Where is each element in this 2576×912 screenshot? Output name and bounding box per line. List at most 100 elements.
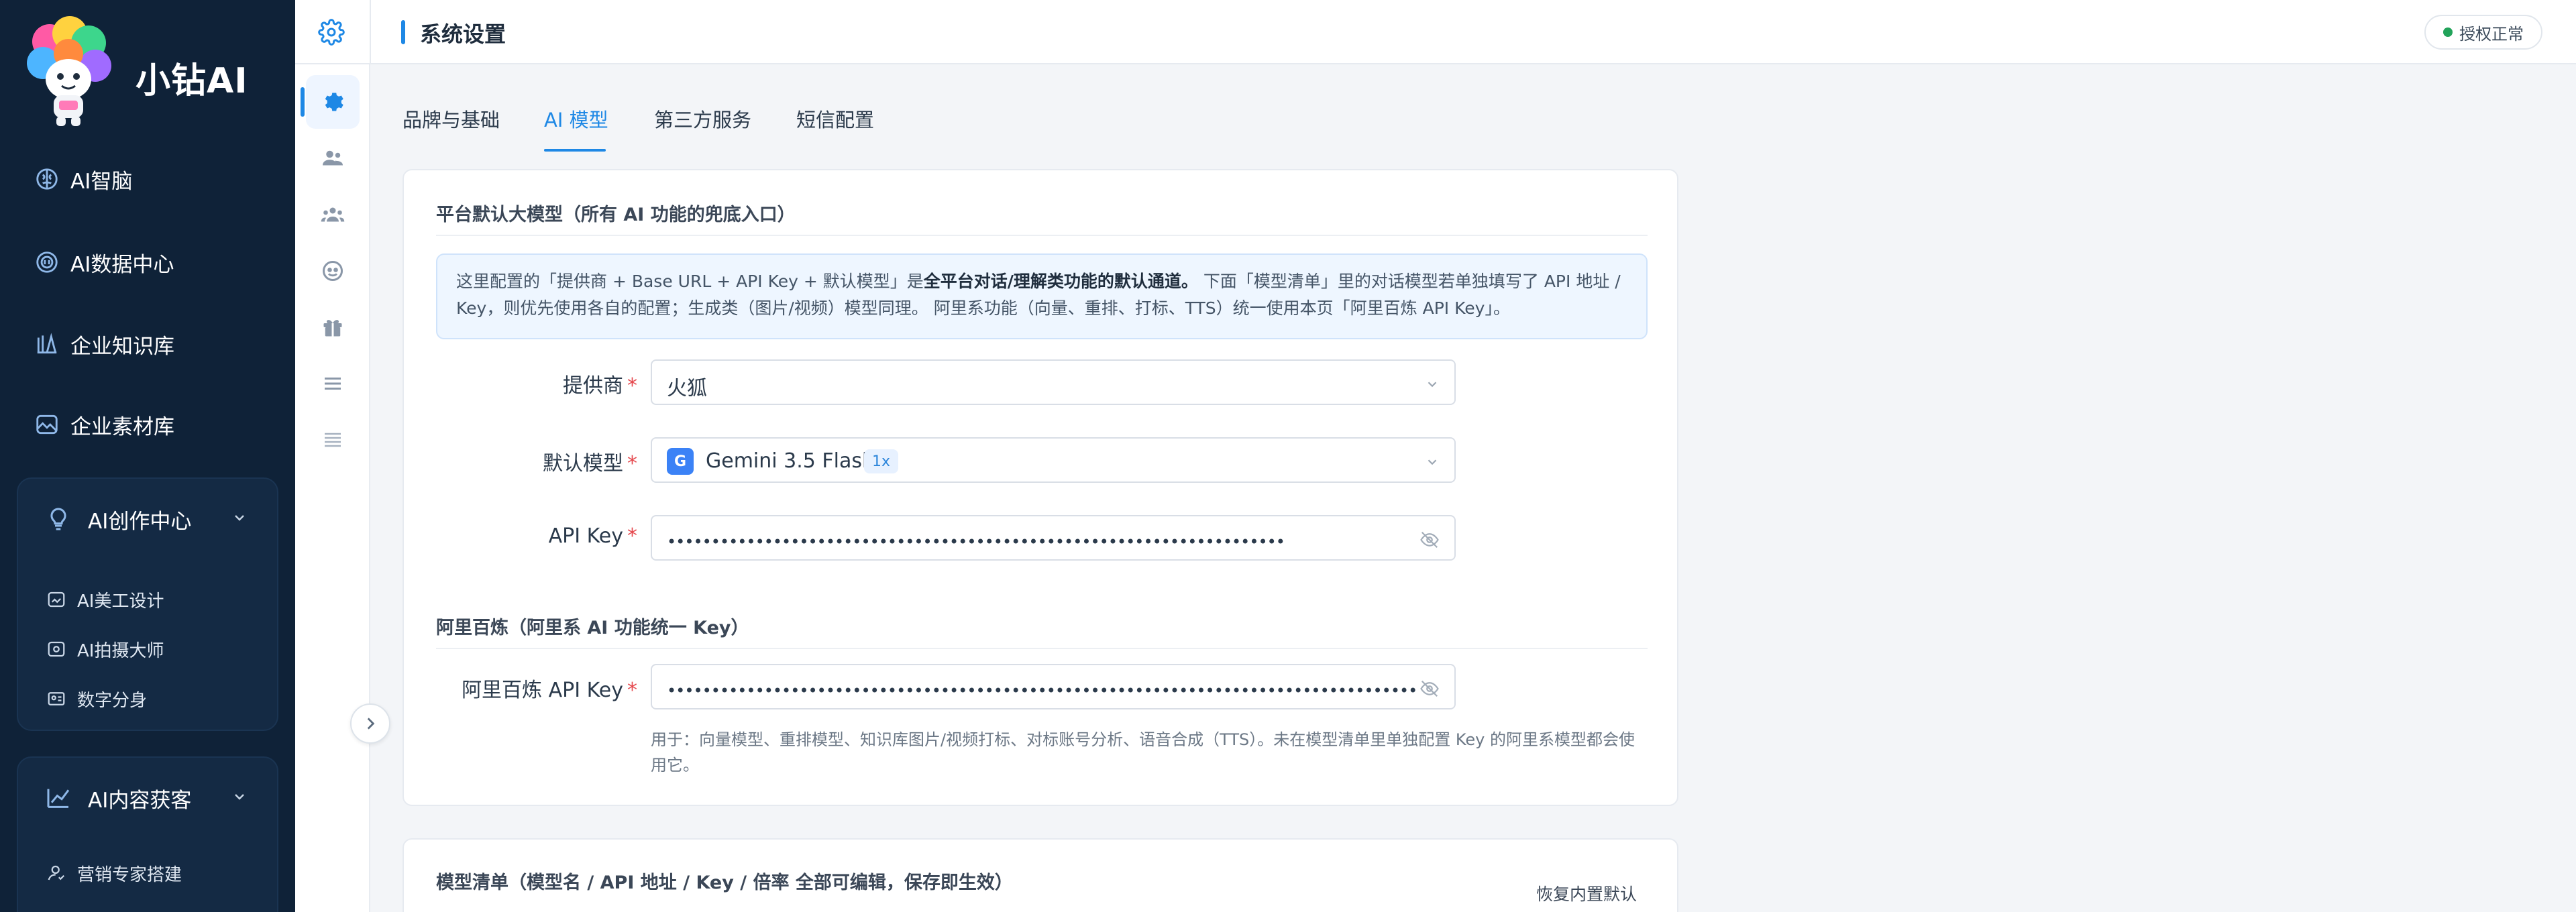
sidebar-group-label: AI创作中心	[88, 510, 192, 534]
ai-model-settings-card: 平台默认大模型（所有 AI 功能的兜底入口） 这里配置的「提供商 + Base …	[402, 169, 1678, 806]
sidebar-group-label: AI内容获客	[88, 789, 192, 813]
model-list-card: 模型清单（模型名 / API 地址 / Key / 倍率 全部可编辑，保存即生效…	[402, 838, 1678, 912]
brain-icon	[34, 166, 60, 192]
section-title: 模型清单（模型名 / API 地址 / Key / 倍率 全部可编辑，保存即生效…	[436, 872, 1013, 893]
camera-icon	[46, 639, 66, 659]
status-text: 授权正常	[2459, 24, 2524, 44]
chevron-down-icon	[1425, 377, 1440, 392]
sidebar-item-knowledge-base[interactable]: 企业知识库	[0, 307, 295, 381]
sidebar-item-label: AI智脑	[70, 169, 133, 194]
user-expert-icon	[46, 863, 66, 883]
sidebar-item-label: 数字分身	[77, 690, 148, 711]
provider-label: 提供商 *	[436, 369, 637, 398]
sidebar-group-header[interactable]: AI创作中心	[18, 479, 280, 559]
gear-icon	[325, 93, 343, 111]
icon-rail	[295, 0, 370, 912]
info-banner: 这里配置的「提供商 + Base URL + API Key + 默认模型」是全…	[436, 253, 1648, 339]
rail-item-users[interactable]	[306, 131, 360, 185]
top-bar: 系统设置	[295, 0, 2576, 64]
label-text: 阿里百炼 API Key	[462, 679, 623, 702]
section-title: 平台默认大模型（所有 AI 功能的兜底入口）	[436, 205, 796, 225]
rail-item-menu[interactable]	[306, 413, 360, 467]
title-accent-bar	[401, 20, 405, 44]
sidebar-expand-button[interactable]	[350, 703, 390, 744]
sidebar-item-ai-brain[interactable]: AI智脑	[0, 142, 295, 216]
chevron-down-icon	[231, 510, 248, 526]
rail-item-gift[interactable]	[306, 300, 360, 354]
tab-sms[interactable]: 短信配置	[796, 105, 874, 133]
id-card-icon	[46, 689, 66, 709]
sidebar-item-marketing-expert[interactable]: 营销专家搭建	[46, 853, 182, 893]
sidebar-item-label: AI拍摄大师	[77, 640, 164, 661]
api-key-label: API Key *	[436, 524, 637, 548]
rail-item-team[interactable]	[306, 188, 360, 241]
sidebar-group-ai-content: AI内容获客 营销专家搭建	[17, 756, 278, 912]
sidebar-item-ai-photo[interactable]: AI拍摄大师	[46, 629, 164, 669]
label-text: 默认模型	[543, 452, 623, 475]
sidebar-item-material-library[interactable]: 企业素材库	[0, 388, 295, 461]
section-title: 阿里百炼（阿里系 AI 功能统一 Key）	[436, 618, 749, 638]
license-status-badge: 授权正常	[2424, 15, 2542, 50]
settings-gear-icon[interactable]	[318, 19, 345, 46]
menu-icon	[325, 433, 341, 447]
status-dot	[2443, 27, 2453, 37]
eye-off-icon[interactable]	[1419, 530, 1440, 550]
api-key-input[interactable]: ••••••••••••••••••••••••••••••••••••••••…	[651, 515, 1456, 561]
sidebar-item-ai-design[interactable]: AI美工设计	[46, 579, 164, 620]
sidebar-item-label: 企业素材库	[70, 414, 174, 439]
default-model-label: 默认模型 *	[436, 447, 637, 476]
bailian-api-key-label: 阿里百炼 API Key *	[436, 673, 637, 703]
tab-ai-model[interactable]: AI 模型	[544, 105, 608, 133]
required-mark: *	[627, 452, 637, 475]
team-icon	[321, 207, 345, 222]
divider	[370, 0, 371, 64]
chevron-down-icon	[231, 789, 248, 805]
label-text: 提供商	[563, 374, 623, 398]
bailian-help-text: 用于：向量模型、重排模型、知识库图片/视频打标、对标账号分析、语音合成（TTS）…	[651, 730, 1635, 775]
active-tab-underline	[544, 149, 606, 152]
label-text: API Key	[548, 524, 623, 548]
required-mark: *	[627, 524, 637, 548]
sidebar-item-label: AI美工设计	[77, 591, 164, 612]
rail-item-list[interactable]	[306, 357, 360, 410]
sidebar-item-ai-data-center[interactable]: AI数据中心	[0, 225, 295, 299]
trend-icon	[45, 785, 72, 811]
chevron-right-icon	[367, 718, 375, 730]
required-mark: *	[627, 374, 637, 398]
info-bold-text: 全平台对话/理解类功能的默认通道。	[923, 272, 1198, 291]
image-library-icon	[34, 411, 60, 438]
chevron-down-icon	[1425, 455, 1440, 469]
mascot-logo-icon	[23, 15, 114, 129]
data-center-icon	[34, 249, 60, 276]
info-text: 这里配置的「提供商 + Base URL + API Key + 默认模型」是	[456, 272, 924, 291]
eye-off-icon[interactable]	[1419, 679, 1440, 699]
sidebar-group-header[interactable]: AI内容获客	[18, 758, 280, 838]
sidebar: 小钻AI AI智脑 AI数据中心 企业知识库 企业素材库 AI创作中心 AI美工…	[0, 0, 295, 912]
provider-select[interactable]: 火狐	[651, 359, 1456, 405]
library-icon	[34, 331, 60, 357]
required-mark: *	[627, 679, 637, 702]
list-icon	[325, 378, 341, 390]
api-key-masked: ••••••••••••••••••••••••••••••••••••••••…	[667, 532, 1285, 551]
sidebar-item-digital-avatar[interactable]: 数字分身	[46, 679, 147, 719]
design-icon	[46, 589, 66, 610]
restore-defaults-button[interactable]: 恢复内置默认	[1536, 881, 1637, 905]
divider	[436, 235, 1648, 236]
provider-value: 火狐	[667, 377, 707, 400]
bot-icon	[323, 261, 343, 281]
api-key-masked: ••••••••••••••••••••••••••••••••••••••••…	[667, 681, 1418, 700]
bailian-api-key-input[interactable]: ••••••••••••••••••••••••••••••••••••••••…	[651, 664, 1456, 709]
tab-third-party[interactable]: 第三方服务	[654, 105, 751, 133]
page-title: 系统设置	[420, 21, 506, 47]
model-value: Gemini 3.5 Flash	[706, 449, 875, 473]
default-model-select[interactable]: G Gemini 3.5 Flash 1x	[651, 437, 1456, 483]
rail-item-bot[interactable]	[306, 244, 360, 298]
tab-brand-basic[interactable]: 品牌与基础	[402, 105, 500, 133]
rail-item-settings[interactable]	[301, 75, 360, 129]
active-indicator	[301, 87, 305, 117]
multiplier-tag: 1x	[864, 449, 899, 473]
gift-icon	[323, 320, 342, 337]
users-icon	[323, 150, 343, 166]
sidebar-group-ai-creation: AI创作中心 AI美工设计 AI拍摄大师 数字分身	[17, 477, 278, 731]
brand-name: 小钻AI	[136, 61, 248, 101]
